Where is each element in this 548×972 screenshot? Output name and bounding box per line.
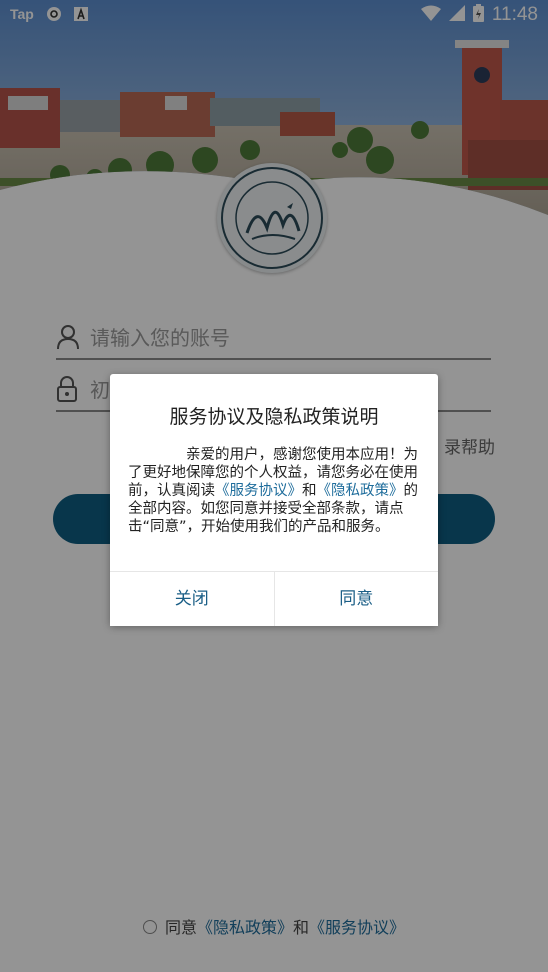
dialog-and: 和 — [302, 483, 317, 499]
dialog-privacy-link[interactable]: 《隐私政策》 — [317, 483, 404, 499]
privacy-dialog: 服务协议及隐私政策说明 亲爱的用户，感谢您使用本应用！为了更好地保障您的个人权益… — [110, 374, 438, 626]
dialog-service-link[interactable]: 《服务协议》 — [215, 483, 302, 499]
dialog-title: 服务协议及隐私政策说明 — [169, 406, 379, 428]
dialog-body: 亲爱的用户，感谢您使用本应用！为了更好地保障您的个人权益，请您务必在使用前，认真… — [128, 446, 420, 536]
agree-button[interactable]: 同意 — [273, 572, 438, 626]
dialog-actions: 关闭 同意 — [110, 571, 438, 626]
close-button[interactable]: 关闭 — [110, 572, 274, 626]
